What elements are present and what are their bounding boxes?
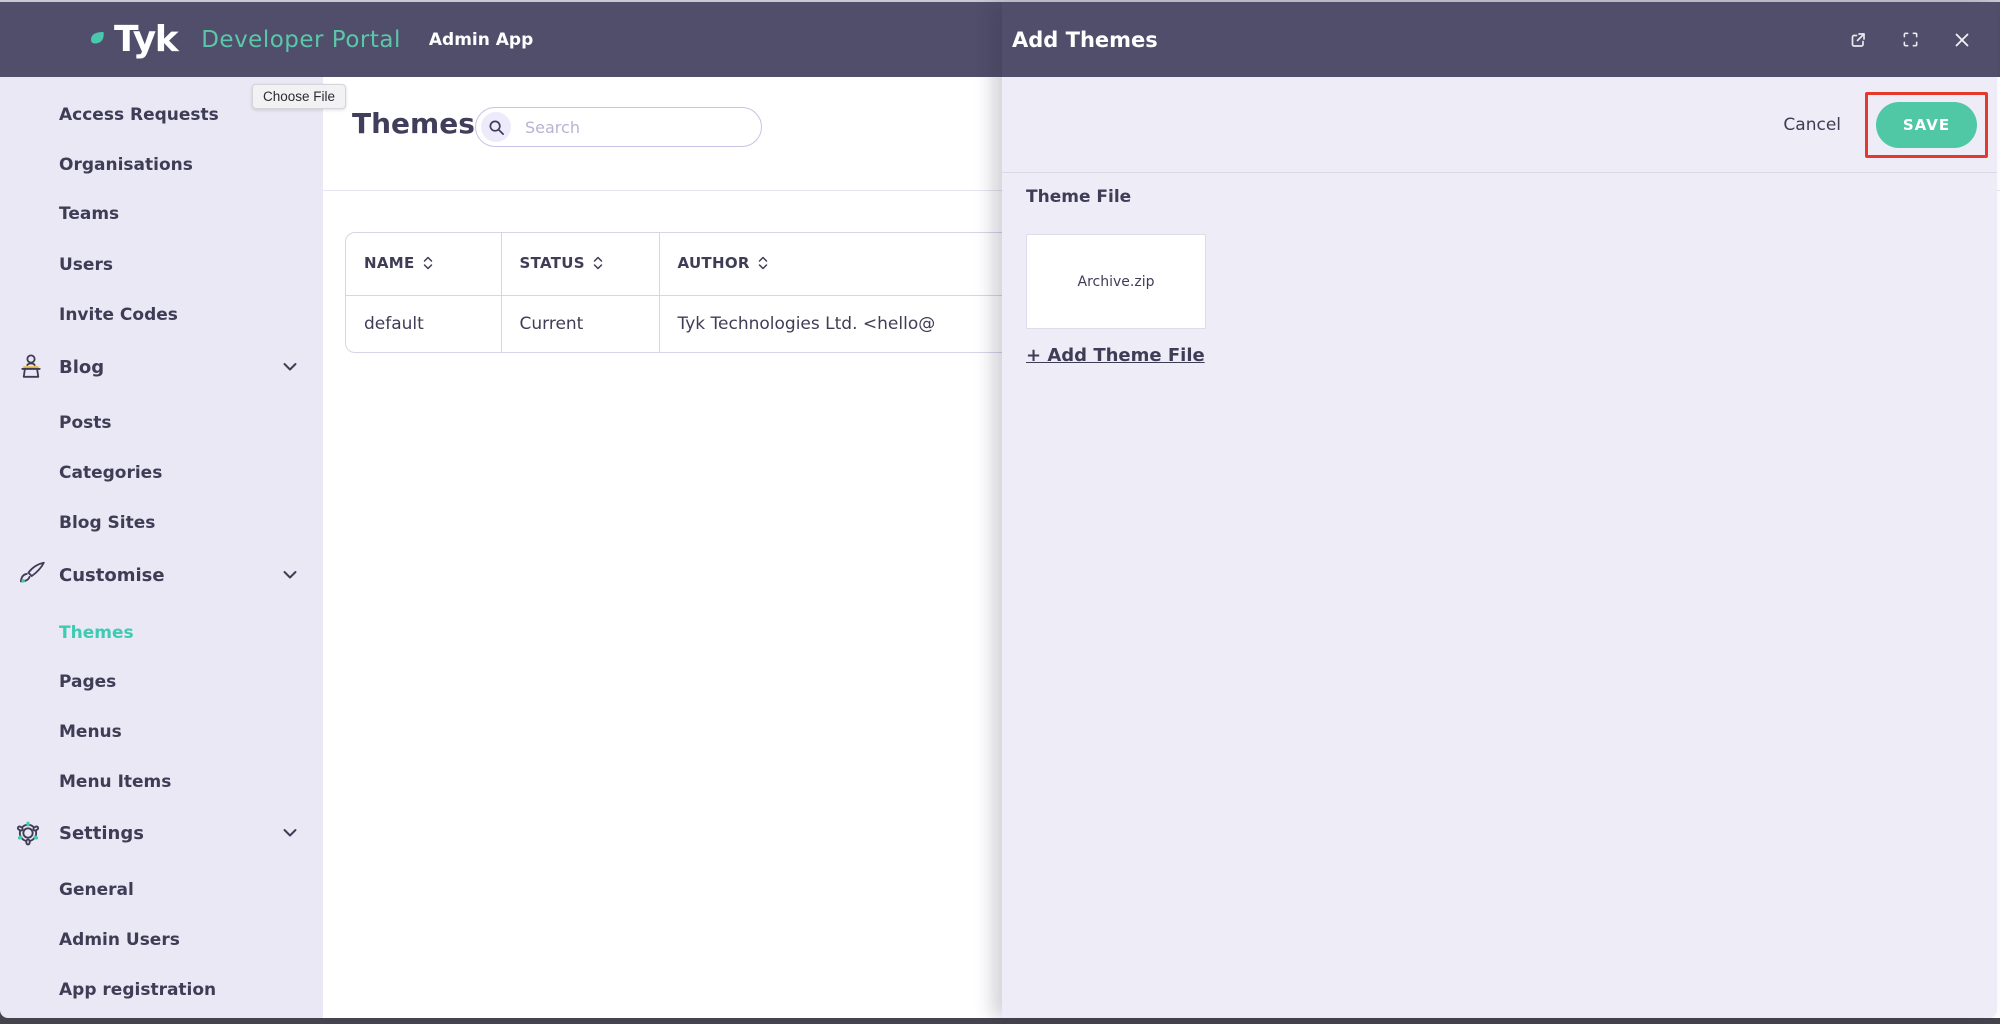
sidebar-item-users[interactable]: Users	[0, 251, 323, 279]
sidebar-item-categories[interactable]: Categories	[0, 459, 323, 487]
sort-icon[interactable]	[423, 256, 433, 274]
sidebar: Access Requests Organisations Teams User…	[0, 77, 323, 1018]
column-header-name[interactable]: NAME	[346, 233, 501, 295]
cell-status: Current	[501, 295, 659, 352]
cell-name: default	[346, 295, 501, 352]
tyk-logo[interactable]: Tyk	[90, 22, 177, 58]
add-themes-panel: Add Themes	[1002, 2, 1997, 1018]
panel-header: Add Themes	[1002, 2, 1997, 77]
sidebar-item-blog-sites[interactable]: Blog Sites	[0, 509, 323, 537]
customise-icon	[15, 559, 47, 591]
theme-file-label: Theme File	[1026, 187, 1973, 207]
app-name-label: Admin App	[429, 30, 533, 50]
sidebar-item-invite-codes[interactable]: Invite Codes	[0, 301, 323, 329]
chevron-down-icon	[283, 571, 297, 580]
file-name: Archive.zip	[1078, 274, 1155, 290]
external-link-icon[interactable]	[1848, 30, 1868, 50]
chevron-down-icon	[283, 363, 297, 372]
expand-icon[interactable]	[1902, 31, 1919, 48]
sidebar-item-app-registration[interactable]: App registration	[0, 976, 323, 1004]
cancel-button[interactable]: Cancel	[1783, 115, 1841, 135]
page-title: Themes	[352, 107, 475, 140]
sidebar-item-menus[interactable]: Menus	[0, 718, 323, 746]
sidebar-item-themes[interactable]: Themes	[0, 619, 323, 647]
sidebar-item-pages[interactable]: Pages	[0, 668, 323, 696]
sidebar-section-settings[interactable]: Settings	[0, 819, 323, 847]
sidebar-item-general[interactable]: General	[0, 876, 323, 904]
sidebar-item-menu-items[interactable]: Menu Items	[0, 768, 323, 796]
column-header-status[interactable]: STATUS	[501, 233, 659, 295]
choose-file-tooltip: Choose File	[252, 84, 346, 109]
close-icon[interactable]	[1953, 31, 1971, 49]
panel-title: Add Themes	[1012, 28, 1158, 52]
tyk-leaf-icon	[90, 31, 112, 55]
sidebar-item-admin-users[interactable]: Admin Users	[0, 926, 323, 954]
panel-body: Theme File Archive.zip + Add Theme File	[1002, 173, 1997, 366]
chevron-down-icon	[283, 829, 297, 838]
panel-toolbar: Cancel SAVE	[1002, 77, 1997, 173]
settings-icon	[14, 819, 42, 847]
panel-header-actions	[1848, 30, 1971, 50]
blog-icon	[15, 351, 47, 383]
sidebar-item-posts[interactable]: Posts	[0, 409, 323, 437]
app-window: Tyk Developer Portal Admin App Access Re…	[0, 0, 2000, 1024]
search-icon	[481, 112, 511, 142]
search-input[interactable]	[525, 118, 725, 137]
theme-file-card[interactable]: Archive.zip	[1026, 234, 1206, 329]
product-label: Developer Portal	[201, 27, 401, 53]
sort-icon[interactable]	[593, 256, 603, 274]
logo-text: Tyk	[114, 22, 177, 58]
save-button[interactable]: SAVE	[1876, 102, 1977, 148]
sidebar-item-teams[interactable]: Teams	[0, 200, 323, 228]
add-theme-file-link[interactable]: + Add Theme File	[1026, 345, 1205, 366]
save-highlight-box: SAVE	[1865, 92, 1988, 158]
sort-icon[interactable]	[758, 256, 768, 274]
search-field[interactable]	[475, 107, 762, 147]
sidebar-section-customise[interactable]: Customise	[0, 561, 323, 589]
sidebar-section-blog[interactable]: Blog	[0, 353, 323, 381]
sidebar-item-organisations[interactable]: Organisations	[0, 151, 323, 179]
